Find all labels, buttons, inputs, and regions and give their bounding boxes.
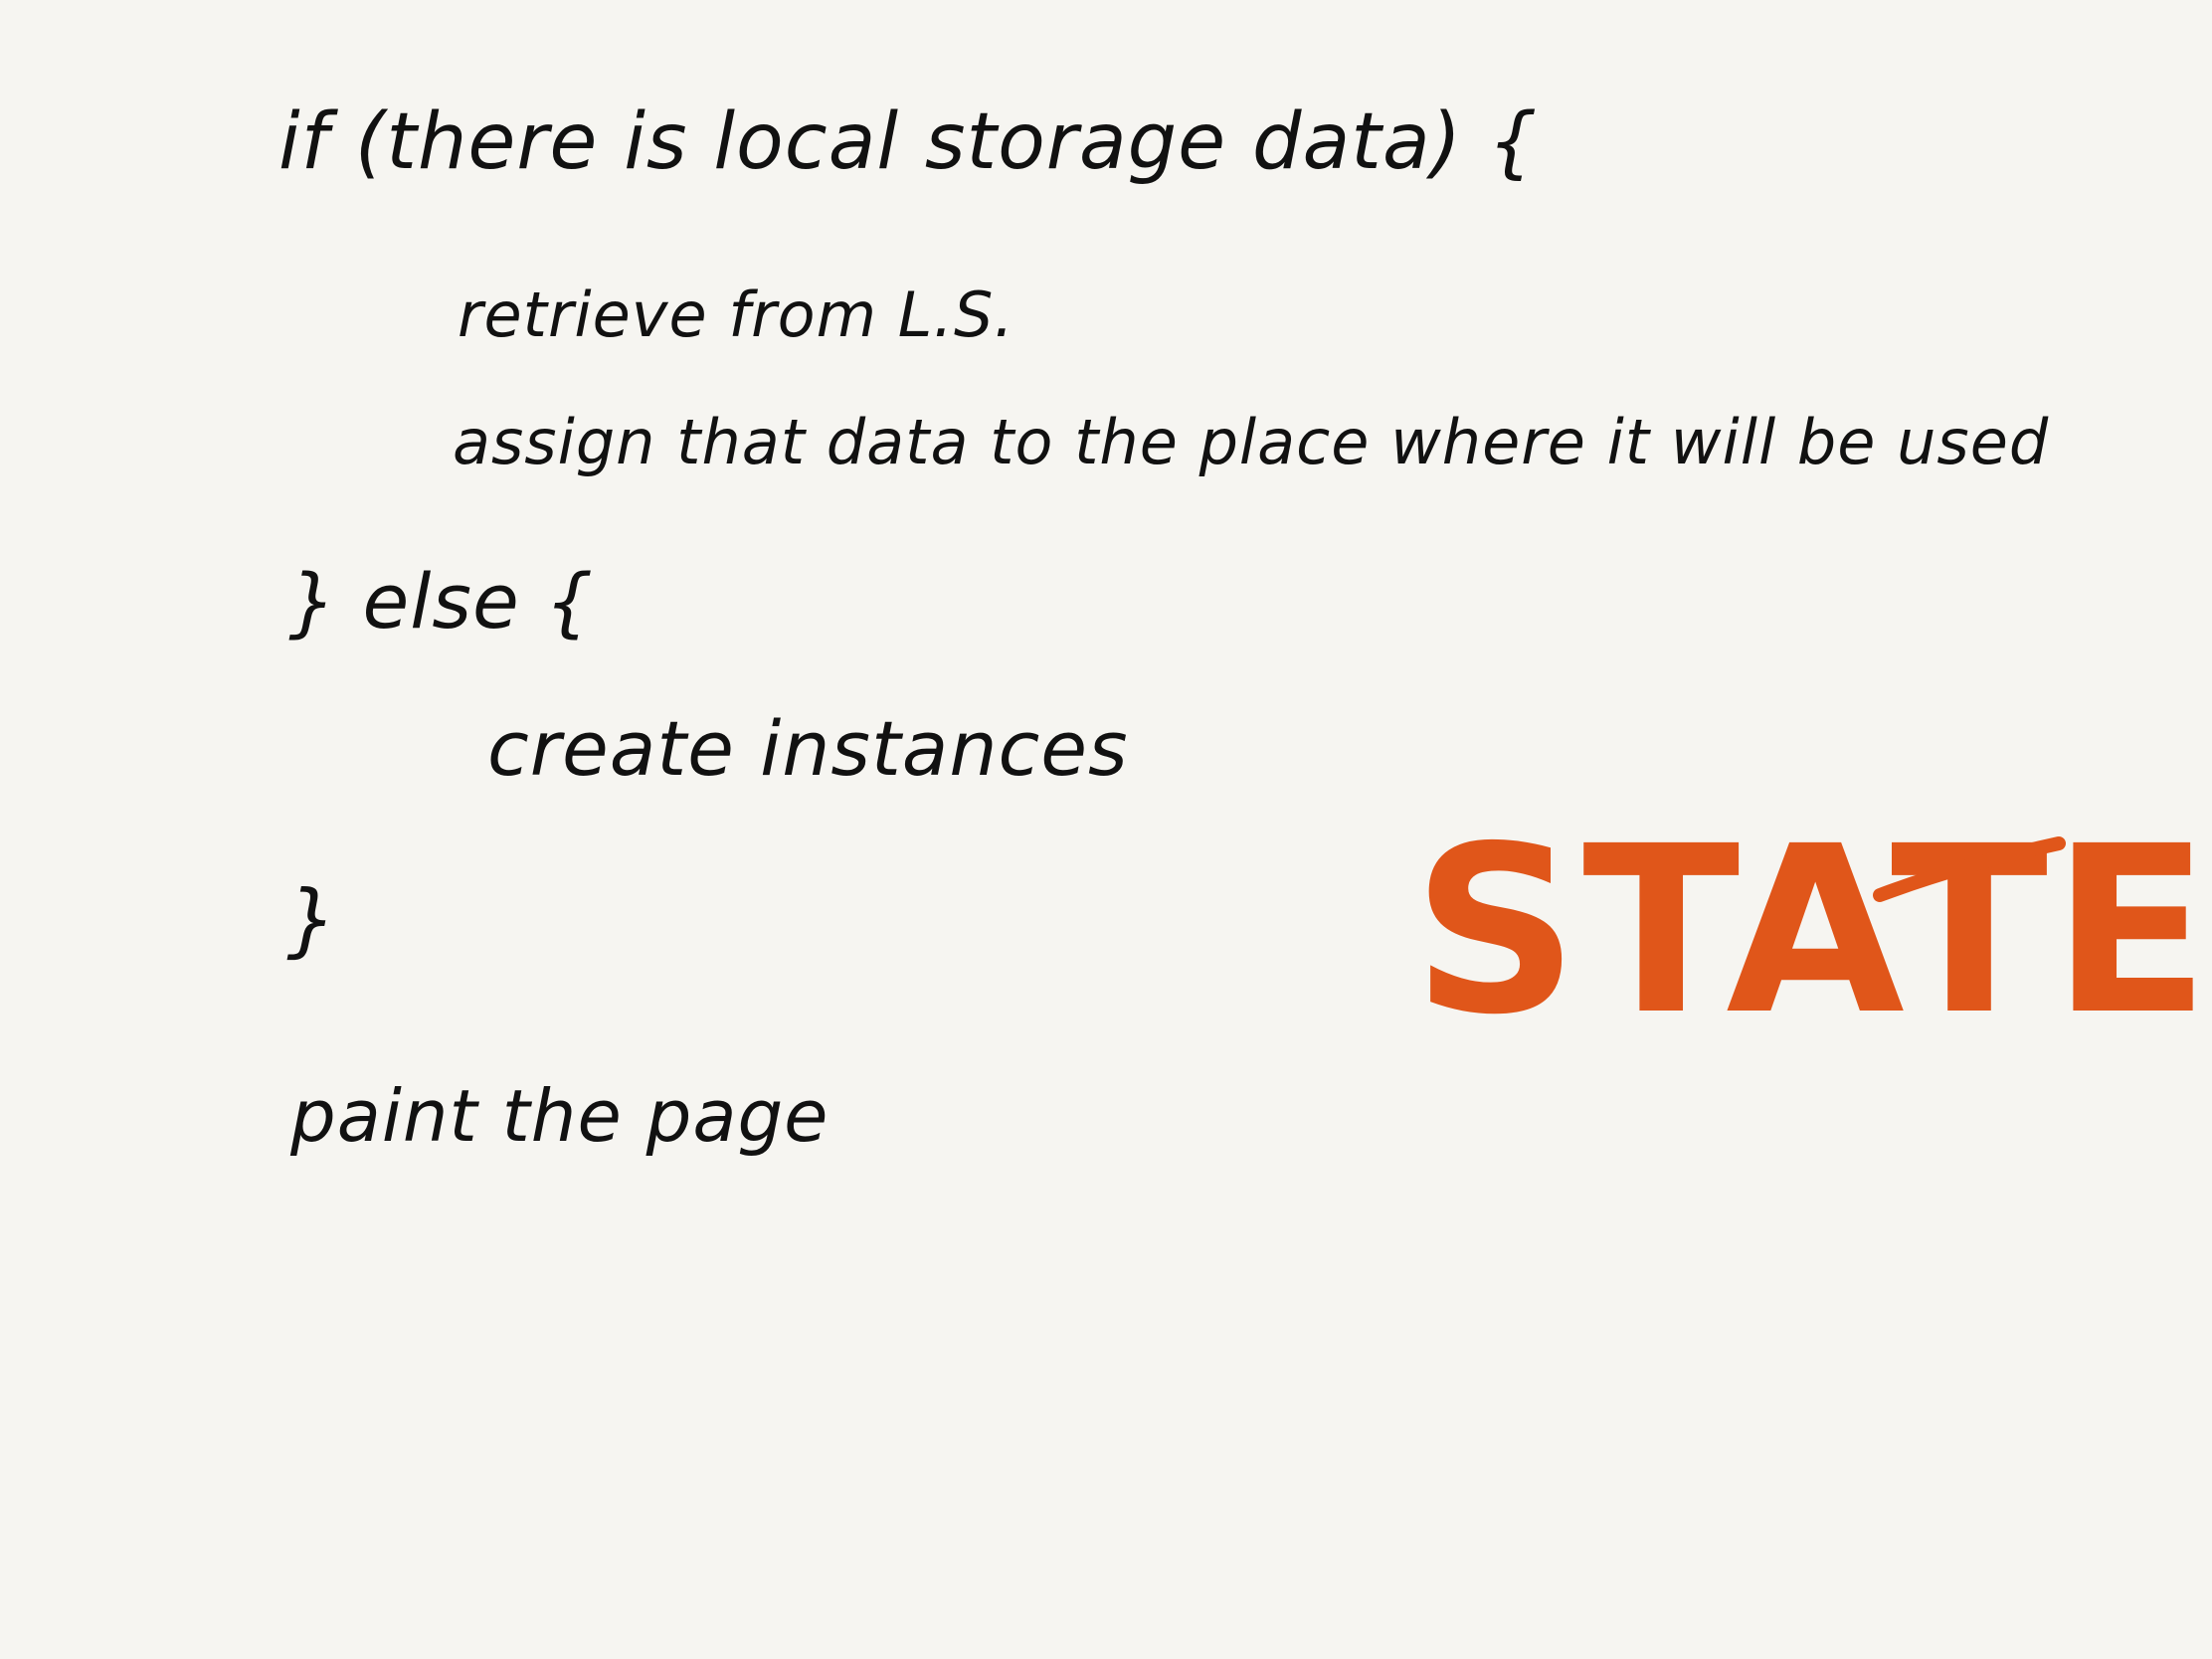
retrieve-line: retrieve from L.S. — [458, 278, 1015, 351]
assign-line: assign that data to the place where it w… — [453, 406, 2050, 478]
handwritten-note-canvas: if (there is local storage data) { retri… — [0, 0, 2212, 1659]
paint-page-line: paint the page — [290, 1074, 830, 1158]
else-line: } else { — [288, 557, 595, 645]
closing-brace-line: } — [286, 873, 338, 966]
create-instances-line: create instances — [487, 704, 1129, 793]
state-label: STATE — [1412, 797, 2212, 1065]
if-condition-line: if (there is local storage data) { — [278, 97, 1539, 187]
state-underline-flourish — [1873, 836, 2066, 902]
